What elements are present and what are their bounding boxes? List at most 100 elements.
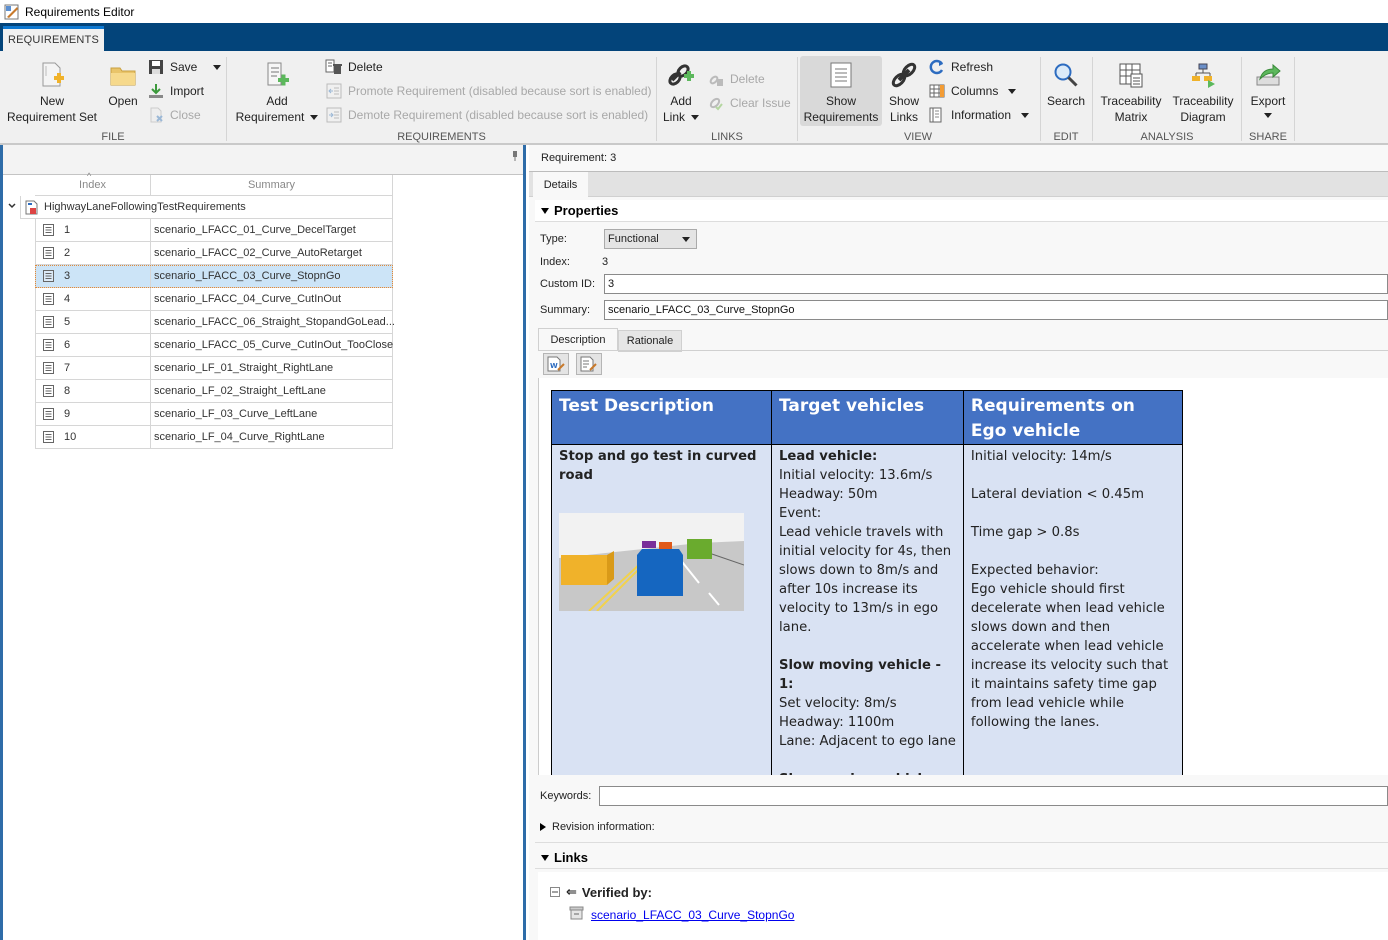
expanded-triangle-icon <box>541 207 549 214</box>
promote-requirement-button[interactable]: Promote Requirement (disabled because so… <box>325 81 652 101</box>
column-header-index[interactable]: ^ Index <box>35 171 151 196</box>
tree-row[interactable]: 1 scenario_LFACC_01_Curve_DecelTarget <box>35 219 393 242</box>
show-links-button[interactable]: Show Links <box>886 59 922 125</box>
save-button[interactable]: Save <box>147 57 222 77</box>
group-analysis: Traceability Matrix Traceability Diagram… <box>1093 51 1241 145</box>
delete-link-button[interactable]: Delete <box>707 69 765 89</box>
requirement-summary: scenario_LFACC_04_Curve_CutInOut <box>154 293 342 305</box>
traceability-diagram-button[interactable]: Traceability Diagram <box>1169 59 1237 125</box>
requirement-icon <box>43 270 54 282</box>
summary-field[interactable]: scenario_LFACC_03_Curve_StopnGo <box>604 300 1388 320</box>
tree-row[interactable]: 9 scenario_LF_03_Curve_LeftLane <box>35 403 393 426</box>
tree-row[interactable]: 8 scenario_LF_02_Straight_LeftLane <box>35 380 393 403</box>
export-button[interactable]: Export <box>1246 59 1290 118</box>
add-link-button[interactable]: Add Link <box>663 59 700 125</box>
tree-root-row[interactable]: HighwayLaneFollowingTestRequirements <box>3 196 393 219</box>
add-link-caret[interactable] <box>691 115 700 121</box>
ribbon-tabstrip: REQUIREMENTS <box>0 23 1388 51</box>
tab-details[interactable]: Details <box>533 172 588 197</box>
new-file-icon <box>36 59 68 91</box>
import-button[interactable]: Import <box>147 81 204 101</box>
save-dropdown-caret[interactable] <box>213 64 222 70</box>
cell-ego-requirements: Initial velocity: 14m/s Lateral deviatio… <box>962 444 1183 775</box>
verified-by-group[interactable]: ⇐ Verified by: <box>550 884 652 900</box>
folder-icon <box>107 59 139 91</box>
collapsed-triangle-icon <box>540 823 546 831</box>
open-button[interactable]: Open <box>104 59 142 109</box>
tree-row[interactable]: 7 scenario_LF_01_Straight_RightLane <box>35 357 393 380</box>
column-header-summary[interactable]: Summary <box>151 175 393 196</box>
information-button[interactable]: Information <box>928 105 1030 125</box>
test-case-icon <box>569 906 584 920</box>
refresh-icon <box>928 58 946 76</box>
tree-row[interactable]: 5 scenario_LFACC_06_Straight_StopandGoLea… <box>35 311 395 334</box>
refresh-button[interactable]: Refresh <box>928 57 993 77</box>
requirement-icon <box>43 224 54 236</box>
traceability-matrix-button[interactable]: Traceability Matrix <box>1097 59 1165 125</box>
custom-id-field[interactable]: 3 <box>604 274 1388 294</box>
group-label-requirements: REQUIREMENTS <box>397 131 486 143</box>
delete-requirement-button[interactable]: Delete <box>325 57 383 77</box>
demote-requirement-button[interactable]: Demote Requirement (disabled because sor… <box>325 105 648 125</box>
search-button[interactable]: Search <box>1046 59 1086 109</box>
cell-target-vehicles: Lead vehicle: Initial velocity: 13.6m/s … <box>771 444 964 775</box>
revision-information-toggle[interactable]: Revision information: <box>540 821 655 833</box>
search-icon <box>1050 59 1082 91</box>
keywords-field[interactable] <box>599 786 1388 806</box>
tree-row[interactable]: 3 scenario_LFACC_03_Curve_StopnGo <box>35 265 393 288</box>
scenario-image <box>559 513 744 611</box>
cell-test-description: Stop and go test in curved road <box>551 444 772 775</box>
tab-requirements[interactable]: REQUIREMENTS <box>3 26 104 51</box>
requirement-summary: scenario_LF_02_Straight_LeftLane <box>154 385 326 397</box>
requirement-summary: scenario_LFACC_05_Curve_CutInOut_TooClos… <box>154 339 394 351</box>
requirement-summary: scenario_LF_01_Straight_RightLane <box>154 362 334 374</box>
group-view: Show Requirements Show Links Refresh Col… <box>798 51 1038 145</box>
verified-by-item: scenario_LFACC_03_Curve_StopnGo <box>569 906 794 922</box>
svg-text:W: W <box>550 362 558 370</box>
information-caret[interactable] <box>1021 112 1030 118</box>
requirement-icon <box>43 431 54 443</box>
collapse-chevron-icon[interactable] <box>7 201 17 214</box>
tree-row[interactable]: 6 scenario_LFACC_05_Curve_CutInOut_TooClo… <box>35 334 393 357</box>
requirement-icon <box>43 408 54 420</box>
columns-caret[interactable] <box>1008 88 1017 94</box>
incoming-link-arrow-icon: ⇐ <box>566 884 577 899</box>
add-requirement-caret[interactable] <box>310 115 319 121</box>
tree-row[interactable]: 2 scenario_LFACC_02_Curve_AutoRetarget <box>35 242 393 265</box>
requirement-index: 7 <box>64 362 71 374</box>
pin-icon[interactable] <box>512 151 518 161</box>
collapse-box-icon[interactable] <box>550 887 560 897</box>
tree-row[interactable]: 4 scenario_LFACC_04_Curve_CutInOut <box>35 288 393 311</box>
test-description-text: Stop and go test in curved road <box>559 449 757 483</box>
edit-in-word-button[interactable]: W <box>543 353 569 375</box>
type-dropdown[interactable]: Functional <box>604 229 697 249</box>
columns-button[interactable]: Columns <box>928 81 1017 101</box>
header-requirements-ego: Requirements on Ego vehicle <box>962 390 1183 445</box>
rich-text-edit-button[interactable] <box>576 353 602 375</box>
add-requirement-button[interactable]: Add Requirement <box>233 59 321 125</box>
requirement-summary: scenario_LF_04_Curve_RightLane <box>154 431 325 443</box>
requirement-index: 2 <box>64 247 71 259</box>
clear-issue-button[interactable]: Clear Issue <box>707 93 791 113</box>
tree-row[interactable]: 10 scenario_LF_04_Curve_RightLane <box>35 426 393 449</box>
verified-by-link[interactable]: scenario_LFACC_03_Curve_StopnGo <box>591 908 794 922</box>
title-bar: Requirements Editor <box>0 0 1388 23</box>
tab-rationale[interactable]: Rationale <box>618 330 682 352</box>
requirement-index: 5 <box>64 316 71 328</box>
columns-icon <box>928 82 946 100</box>
requirement-set-icon <box>25 200 38 214</box>
requirement-set-name: HighwayLaneFollowingTestRequirements <box>44 201 246 213</box>
link-icon <box>888 59 920 91</box>
properties-section-header[interactable]: Properties <box>535 200 1388 222</box>
show-requirements-button[interactable]: Show Requirements <box>800 56 882 126</box>
description-content[interactable]: Test Description Target vehicles Require… <box>538 378 1388 775</box>
expanded-triangle-icon <box>541 854 549 861</box>
close-button[interactable]: Close <box>147 105 201 125</box>
links-section-header[interactable]: Links <box>535 847 1388 869</box>
requirement-index: 3 <box>64 270 71 282</box>
group-requirements: Add Requirement Delete Promote Requireme… <box>227 51 656 145</box>
export-caret[interactable] <box>1264 113 1272 118</box>
new-requirement-set-button[interactable]: New Requirement Set <box>6 59 98 125</box>
keywords-label: Keywords: <box>540 790 592 802</box>
tab-description[interactable]: Description <box>538 328 618 350</box>
